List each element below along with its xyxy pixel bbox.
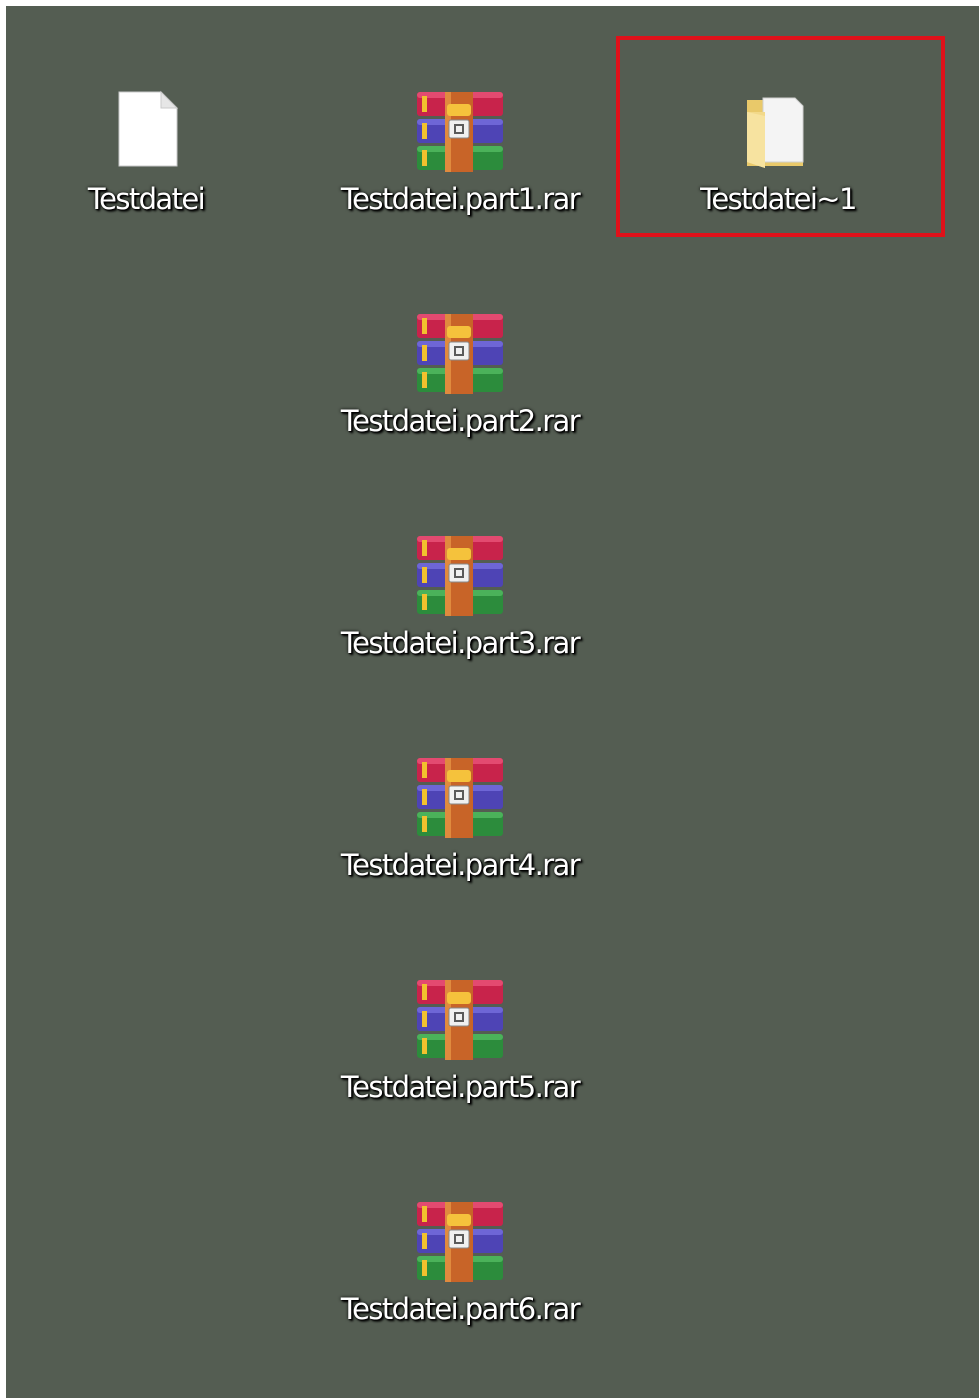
desktop-item-part3-rar[interactable]: Testdatei.part3.rar	[320, 534, 600, 694]
item-label: Testdatei.part1.rar	[340, 182, 581, 216]
item-label: Testdatei.part5.rar	[340, 1070, 581, 1104]
highlight-box	[616, 36, 945, 237]
desktop-item-part6-rar[interactable]: Testdatei.part6.rar	[320, 1200, 600, 1360]
desktop: Testdatei Testdatei.part1.rar Testdatei~…	[6, 6, 979, 1398]
item-label: Testdatei.part3.rar	[340, 626, 581, 660]
winrar-archive-icon	[415, 756, 505, 840]
winrar-archive-icon	[415, 534, 505, 618]
winrar-archive-icon	[415, 312, 505, 396]
desktop-item-part2-rar[interactable]: Testdatei.part2.rar	[320, 312, 600, 472]
item-label: Testdatei	[87, 182, 206, 216]
winrar-archive-icon	[415, 978, 505, 1062]
item-label: Testdatei.part2.rar	[340, 404, 581, 438]
desktop-item-testdatei[interactable]: Testdatei	[6, 90, 286, 250]
item-label: Testdatei.part6.rar	[340, 1292, 581, 1326]
winrar-archive-icon	[415, 90, 505, 174]
winrar-archive-icon	[415, 1200, 505, 1284]
desktop-item-part1-rar[interactable]: Testdatei.part1.rar	[320, 90, 600, 250]
blank-file-icon	[101, 90, 191, 174]
desktop-item-part4-rar[interactable]: Testdatei.part4.rar	[320, 756, 600, 916]
item-label: Testdatei.part4.rar	[340, 848, 581, 882]
desktop-item-part5-rar[interactable]: Testdatei.part5.rar	[320, 978, 600, 1138]
